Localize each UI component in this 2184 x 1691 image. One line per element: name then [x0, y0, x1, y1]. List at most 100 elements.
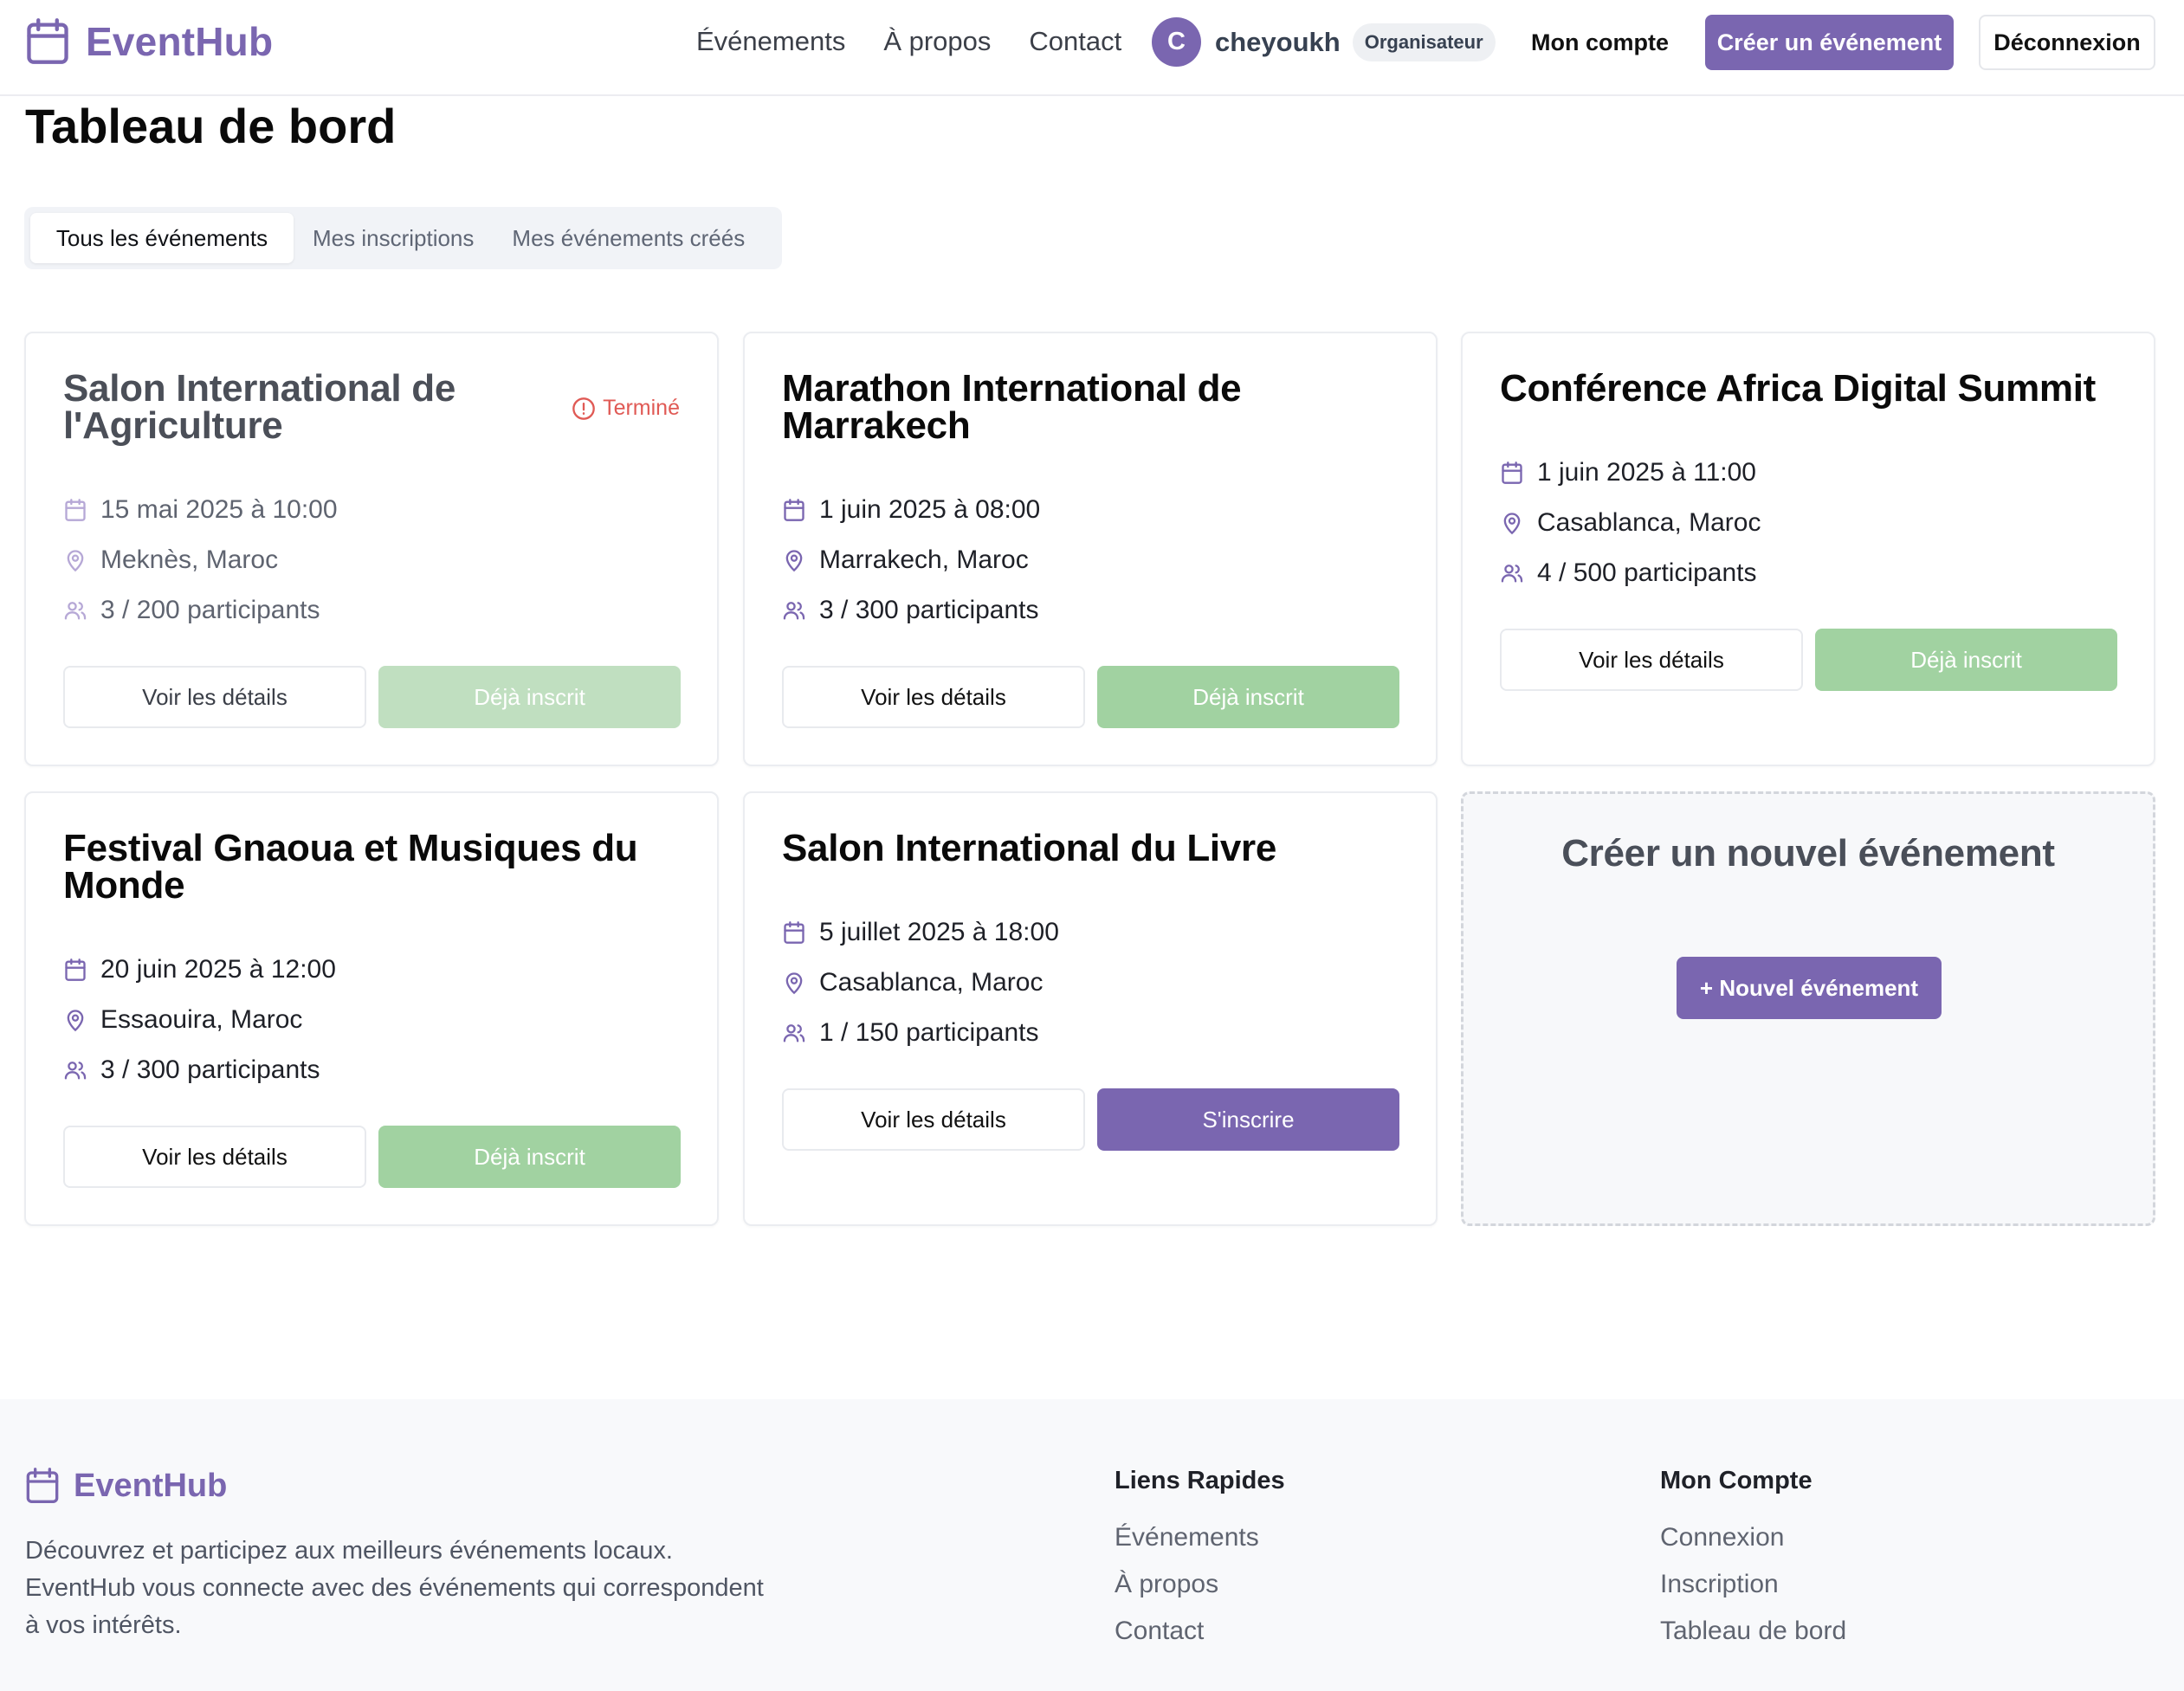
event-date-text: 1 juin 2025 à 08:00: [819, 494, 1041, 524]
event-participants-text: 3 / 200 participants: [100, 595, 320, 624]
view-details-button[interactable]: Voir les détails: [63, 1126, 366, 1188]
calendar-icon: [782, 498, 806, 522]
event-title: Salon International du Livre: [782, 827, 1277, 869]
footer-quick-links: Liens Rapides Événements À propos Contac…: [1115, 1467, 1285, 1663]
nav-link-contact[interactable]: Contact: [1029, 26, 1121, 57]
event-location: Casablanca, Maroc: [782, 967, 1059, 997]
event-date: 15 mai 2025 à 10:00: [63, 494, 338, 525]
role-badge: Organisateur: [1352, 23, 1496, 61]
event-meta: 20 juin 2025 à 12:00 Essaouira, Maroc 3 …: [63, 954, 336, 1085]
event-meta: 1 juin 2025 à 11:00 Casablanca, Maroc 4 …: [1500, 457, 1761, 588]
top-navbar: EventHub Événements À propos Contact C c…: [0, 0, 2184, 96]
map-pin-icon: [1500, 511, 1524, 535]
footer-link-dashboard[interactable]: Tableau de bord: [1660, 1617, 1846, 1646]
footer-heading: Mon Compte: [1660, 1467, 1812, 1494]
footer-link-events[interactable]: Événements: [1115, 1523, 1285, 1552]
user-info: C cheyoukh Organisateur: [1152, 17, 1496, 67]
event-meta: 1 juin 2025 à 08:00 Marrakech, Maroc 3 /…: [782, 494, 1040, 625]
dashboard-tabs: Tous les événements Mes inscriptions Mes…: [24, 207, 782, 269]
nav-link-events[interactable]: Événements: [696, 26, 845, 57]
footer-link-login[interactable]: Connexion: [1660, 1523, 1846, 1552]
footer-description: Découvrez et participez aux meilleurs év…: [25, 1537, 764, 1639]
alert-circle-icon: [572, 397, 596, 421]
event-location: Essaouira, Maroc: [63, 1004, 336, 1035]
tab-all-events[interactable]: Tous les événements: [30, 213, 294, 263]
avatar: C: [1152, 17, 1201, 67]
view-details-button[interactable]: Voir les détails: [782, 1088, 1085, 1151]
users-icon: [782, 1021, 806, 1045]
calendar-icon: [25, 17, 70, 66]
username: cheyoukh: [1215, 26, 1341, 57]
calendar-icon: [1500, 461, 1524, 485]
users-icon: [1500, 561, 1524, 585]
calendar-icon: [25, 1467, 60, 1505]
new-event-button[interactable]: + Nouvel événement: [1677, 957, 1942, 1019]
brand-name: EventHub: [86, 19, 274, 64]
footer-heading: Liens Rapides: [1115, 1467, 1285, 1494]
event-actions: Voir les détails S'inscrire: [782, 1088, 1399, 1151]
status-badge: Terminé: [572, 396, 680, 421]
footer-brand[interactable]: EventHub: [25, 1467, 227, 1505]
event-title: Salon International de l'Agriculture: [63, 367, 456, 447]
main-nav: Événements À propos Contact: [696, 26, 1121, 57]
nav-link-about[interactable]: À propos: [883, 26, 991, 57]
event-participants-text: 1 / 150 participants: [819, 1017, 1039, 1047]
view-details-button[interactable]: Voir les détails: [63, 666, 366, 728]
my-account-button[interactable]: Mon compte: [1515, 15, 1684, 70]
event-location: Meknès, Maroc: [63, 545, 338, 575]
event-location-text: Casablanca, Maroc: [819, 967, 1044, 997]
register-button[interactable]: S'inscrire: [1097, 1088, 1399, 1151]
footer-link-signup[interactable]: Inscription: [1660, 1570, 1846, 1599]
view-details-button[interactable]: Voir les détails: [782, 666, 1085, 728]
event-title: Festival Gnaoua et Musiques du Monde: [63, 827, 638, 907]
footer-link-about[interactable]: À propos: [1115, 1570, 1285, 1599]
calendar-icon: [782, 920, 806, 945]
event-meta: 5 juillet 2025 à 18:00 Casablanca, Maroc…: [782, 917, 1059, 1048]
event-meta: 15 mai 2025 à 10:00 Meknès, Maroc 3 / 20…: [63, 494, 338, 625]
footer-account-links: Mon Compte Connexion Inscription Tableau…: [1660, 1467, 1846, 1663]
event-location: Marrakech, Maroc: [782, 545, 1040, 575]
event-participants-text: 4 / 500 participants: [1537, 558, 1757, 587]
event-participants-text: 3 / 300 participants: [100, 1055, 320, 1084]
page-title: Tableau de bord: [25, 99, 397, 153]
event-title: Conférence Africa Digital Summit: [1500, 367, 2097, 410]
event-date: 1 juin 2025 à 08:00: [782, 494, 1040, 525]
event-card: Festival Gnaoua et Musiques du Monde 20 …: [24, 791, 719, 1226]
event-title: Marathon International de Marrakech: [782, 367, 1242, 447]
already-registered-button[interactable]: Déjà inscrit: [378, 1126, 681, 1188]
event-actions: Voir les détails Déjà inscrit: [782, 666, 1399, 728]
event-actions: Voir les détails Déjà inscrit: [63, 1126, 681, 1188]
event-date: 5 juillet 2025 à 18:00: [782, 917, 1059, 947]
create-card-title: Créer un nouvel événement: [1561, 832, 2055, 875]
brand-logo[interactable]: EventHub: [25, 17, 273, 66]
users-icon: [63, 598, 87, 623]
footer-brand-name: EventHub: [74, 1467, 228, 1504]
event-date-text: 5 juillet 2025 à 18:00: [819, 917, 1059, 946]
already-registered-button[interactable]: Déjà inscrit: [378, 666, 681, 728]
logout-button[interactable]: Déconnexion: [1979, 15, 2155, 70]
users-icon: [63, 1058, 87, 1082]
map-pin-icon: [782, 548, 806, 572]
event-card: Salon International de l'Agriculture Ter…: [24, 332, 719, 766]
tab-my-created-events[interactable]: Mes événements créés: [493, 213, 764, 263]
event-location-text: Marrakech, Maroc: [819, 545, 1029, 574]
map-pin-icon: [782, 971, 806, 995]
event-location: Casablanca, Maroc: [1500, 507, 1761, 538]
event-location-text: Meknès, Maroc: [100, 545, 279, 574]
tab-my-registrations[interactable]: Mes inscriptions: [294, 213, 493, 263]
event-actions: Voir les détails Déjà inscrit: [1500, 629, 2117, 691]
event-location-text: Casablanca, Maroc: [1537, 507, 1761, 537]
event-date: 1 juin 2025 à 11:00: [1500, 457, 1761, 487]
create-event-button[interactable]: Créer un événement: [1705, 15, 1954, 70]
event-participants: 3 / 300 participants: [63, 1055, 336, 1085]
event-date: 20 juin 2025 à 12:00: [63, 954, 336, 984]
view-details-button[interactable]: Voir les détails: [1500, 629, 1803, 691]
calendar-icon: [63, 958, 87, 982]
footer-link-contact[interactable]: Contact: [1115, 1617, 1285, 1646]
users-icon: [782, 598, 806, 623]
create-event-card: Créer un nouvel événement + Nouvel événe…: [1461, 791, 2155, 1226]
map-pin-icon: [63, 1008, 87, 1032]
already-registered-button[interactable]: Déjà inscrit: [1815, 629, 2117, 691]
already-registered-button[interactable]: Déjà inscrit: [1097, 666, 1399, 728]
event-participants: 3 / 300 participants: [782, 595, 1040, 625]
